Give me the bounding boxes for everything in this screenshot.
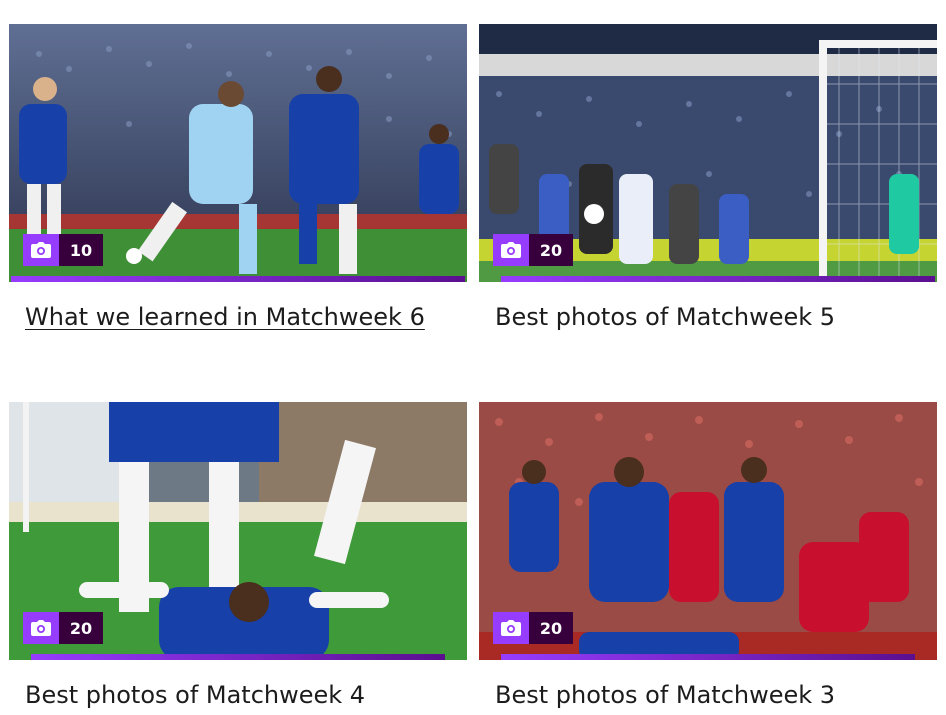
card-title-link[interactable]: What we learned in Matchweek 6 — [25, 302, 467, 332]
accent-bar — [501, 276, 935, 282]
photo-count-badge: 20 — [23, 612, 103, 644]
accent-bar — [31, 654, 445, 660]
card-thumbnail[interactable]: 10 — [9, 24, 467, 282]
gallery-card[interactable]: 10 What we learned in Matchweek 6 — [9, 24, 467, 332]
camera-icon — [493, 612, 529, 644]
card-title-link[interactable]: Best photos of Matchweek 3 — [495, 680, 937, 710]
photo-count: 20 — [529, 612, 573, 644]
card-title-link[interactable]: Best photos of Matchweek 5 — [495, 302, 937, 332]
gallery-card[interactable]: 20 Best photos of Matchweek 3 — [479, 402, 937, 710]
camera-icon — [23, 234, 59, 266]
gallery-card[interactable]: 20 Best photos of Matchweek 5 — [479, 24, 937, 332]
accent-bar — [501, 654, 915, 660]
photo-count-badge: 10 — [23, 234, 103, 266]
photo-count: 10 — [59, 234, 103, 266]
card-thumbnail[interactable]: 20 — [479, 24, 937, 282]
photo-count: 20 — [529, 234, 573, 266]
card-thumbnail[interactable]: 20 — [9, 402, 467, 660]
camera-icon — [493, 234, 529, 266]
gallery-card[interactable]: 20 Best photos of Matchweek 4 — [9, 402, 467, 710]
accent-bar — [11, 276, 465, 282]
photo-count-badge: 20 — [493, 234, 573, 266]
card-title-link[interactable]: Best photos of Matchweek 4 — [25, 680, 467, 710]
photo-count: 20 — [59, 612, 103, 644]
photo-count-badge: 20 — [493, 612, 573, 644]
camera-icon — [23, 612, 59, 644]
card-thumbnail[interactable]: 20 — [479, 402, 937, 660]
